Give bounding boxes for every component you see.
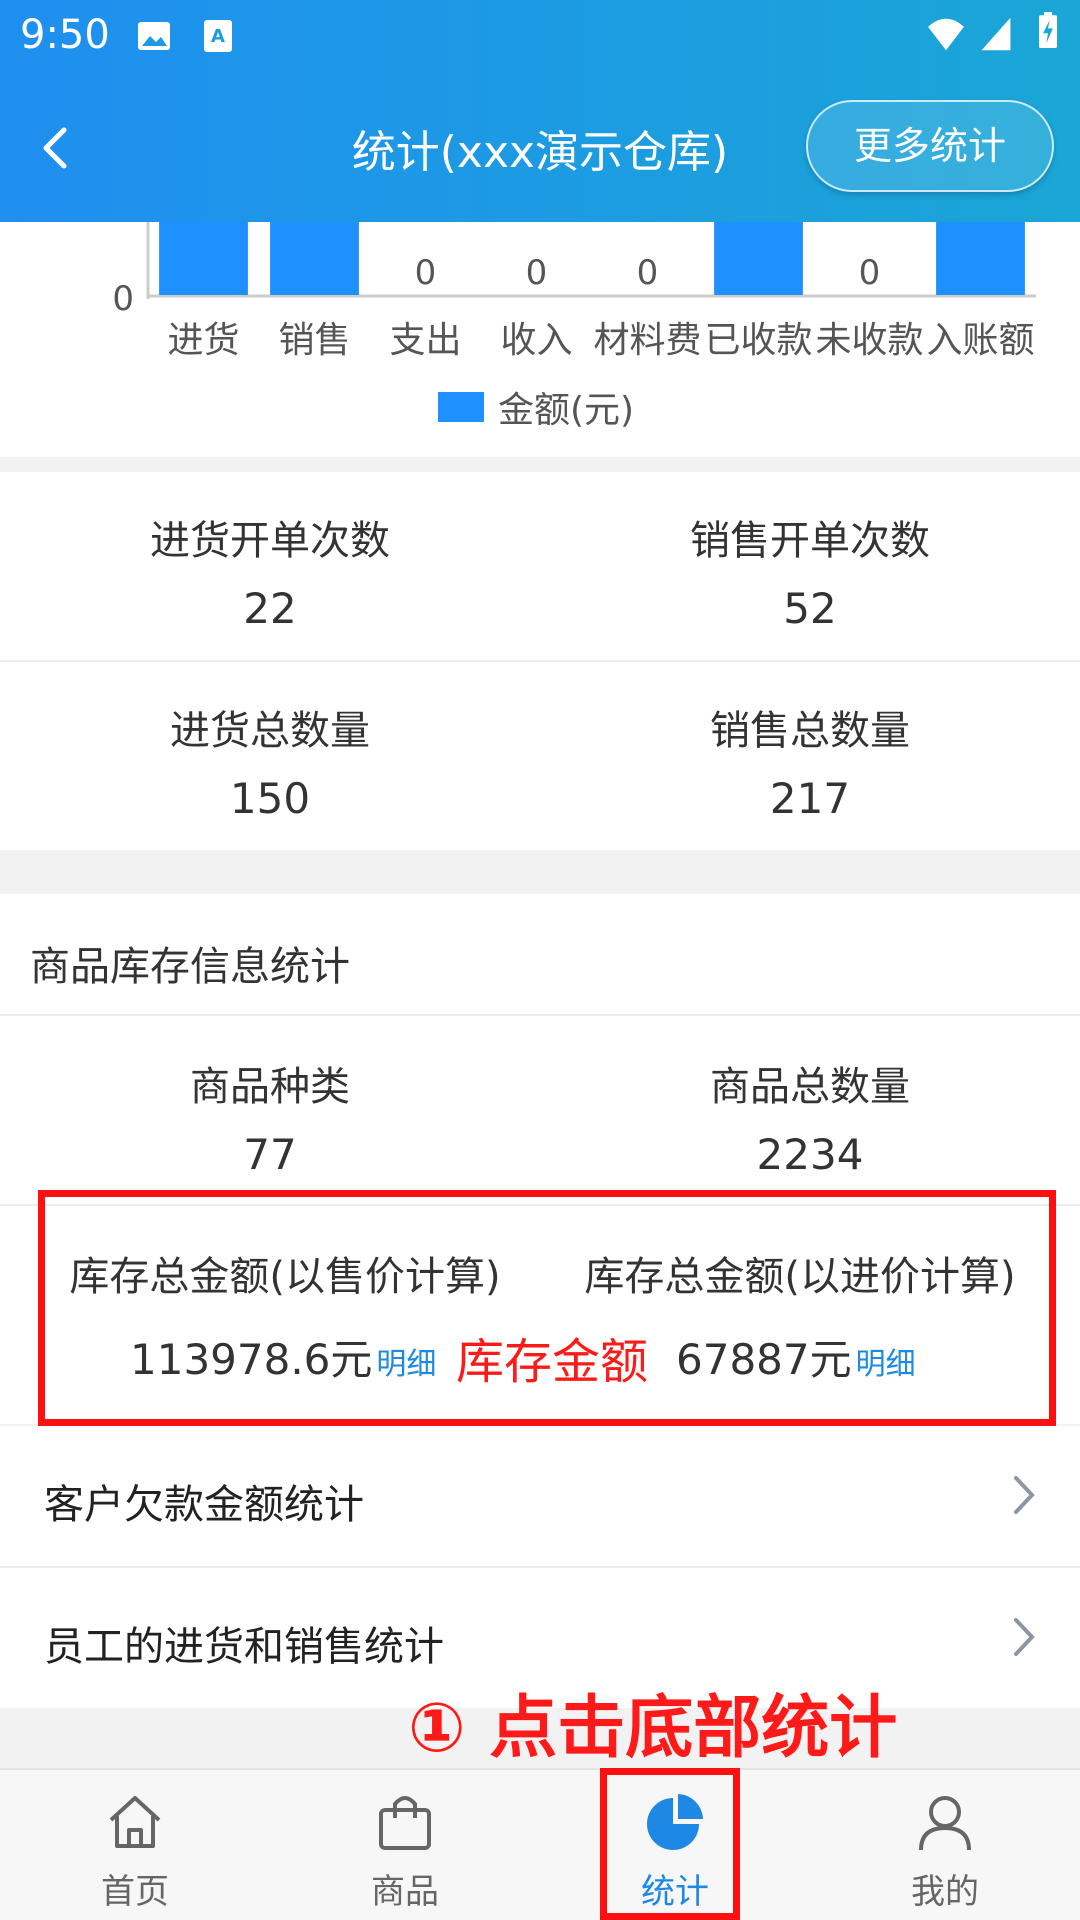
x-tick-label: 已收款 <box>704 320 812 361</box>
list-item-customer-debt[interactable]: 客户欠款金额统计 <box>0 1426 1080 1566</box>
stat-label: 销售总数量 <box>710 708 910 754</box>
legend-label: 金额(元) <box>498 390 635 431</box>
data-label: 0 <box>415 253 437 293</box>
status-bar: 9:50 A <box>0 0 1080 72</box>
nav-item-products[interactable]: 商品 <box>270 1770 540 1920</box>
stat-value: 150 <box>229 774 311 823</box>
user-icon <box>919 1796 971 1851</box>
chart-legend: 金额(元) <box>438 382 634 432</box>
status-time: 9:50 <box>20 12 110 58</box>
stat-sales-orders: 销售开单次数 52 <box>540 508 1080 633</box>
page-title: 统计(xxx演示仓库) <box>351 127 729 178</box>
y-tick-label: 0 <box>112 279 134 319</box>
list-item-label: 客户欠款金额统计 <box>44 1482 364 1528</box>
svg-text:A: A <box>211 26 225 47</box>
back-arrow-icon[interactable] <box>30 118 80 178</box>
x-tick-label: 支出 <box>389 320 461 361</box>
order-stats: 进货开单次数 22 销售开单次数 52 进货总数量 150 销售总数量 217 <box>0 472 1080 850</box>
annotation-nav-highlight <box>600 1768 740 1920</box>
data-label: 0 <box>637 253 659 293</box>
stat-label: 进货总数量 <box>170 708 370 754</box>
stat-value: 52 <box>783 584 837 633</box>
nav-label: 商品 <box>371 1872 439 1912</box>
stat-label: 销售开单次数 <box>690 518 930 564</box>
more-stats-button[interactable]: 更多统计 <box>806 100 1054 192</box>
x-tick-label: 入账额 <box>926 320 1034 361</box>
amount-bar-chart: 0 进货 销售 0 支出 0 收入 0 材料费 已收款 0 未收款 入账额 金额(元) <box>0 222 1080 457</box>
bar <box>714 222 803 295</box>
font-notification-icon: A <box>204 20 232 52</box>
stat-value: 77 <box>243 1130 297 1179</box>
legend-swatch <box>438 392 484 422</box>
bottom-nav: 首页 商品 统计 我的 <box>0 1768 1080 1920</box>
stat-purchase-qty: 进货总数量 150 <box>0 698 540 823</box>
stat-label: 进货开单次数 <box>150 518 390 564</box>
home-icon <box>109 1796 161 1848</box>
divider <box>0 660 1080 662</box>
image-notification-icon <box>138 22 170 50</box>
wifi-icon <box>928 18 964 51</box>
nav-label: 我的 <box>911 1872 979 1912</box>
chevron-right-icon <box>1014 1476 1035 1514</box>
stat-value: 217 <box>769 774 851 823</box>
data-label: 0 <box>859 253 881 293</box>
signal-icon <box>981 17 1011 51</box>
annotation-stock-amount: 库存金额 <box>456 1334 649 1390</box>
stat-label: 商品总数量 <box>710 1064 910 1110</box>
stat-sales-qty: 销售总数量 217 <box>540 698 1080 823</box>
stat-product-kinds: 商品种类 77 <box>0 1054 540 1179</box>
x-tick-label: 销售 <box>278 320 350 361</box>
stat-purchase-orders: 进货开单次数 22 <box>0 508 540 633</box>
stat-value: 22 <box>243 584 297 633</box>
app-header: 9:50 A 统计(xxx演示仓库) 更多统计 <box>0 0 1080 222</box>
bar <box>270 222 359 295</box>
bar <box>159 222 248 295</box>
x-tick-label: 收入 <box>500 320 572 361</box>
chart-plot: 0 进货 销售 0 支出 0 收入 0 材料费 已收款 0 未收款 入账额 <box>112 222 1036 361</box>
divider <box>0 1014 1080 1016</box>
stat-label: 商品种类 <box>190 1064 350 1110</box>
stat-value: 2234 <box>756 1130 864 1179</box>
x-tick-label: 未收款 <box>815 320 923 361</box>
annotation-step: ① 点击底部统计 <box>408 1689 898 1768</box>
battery-icon <box>1039 12 1057 48</box>
stat-product-total: 商品总数量 2234 <box>540 1054 1080 1179</box>
data-label: 0 <box>526 253 548 293</box>
bar <box>936 222 1025 295</box>
chevron-right-icon <box>1014 1618 1035 1656</box>
nav-item-home[interactable]: 首页 <box>0 1770 270 1920</box>
nav-item-mine[interactable]: 我的 <box>810 1770 1080 1920</box>
nav-label: 首页 <box>101 1872 169 1912</box>
bag-icon <box>379 1796 431 1850</box>
section-title: 商品库存信息统计 <box>30 944 350 990</box>
list-item-label: 员工的进货和销售统计 <box>44 1624 444 1670</box>
x-tick-label: 进货 <box>167 320 239 361</box>
x-tick-label: 材料费 <box>593 320 701 361</box>
